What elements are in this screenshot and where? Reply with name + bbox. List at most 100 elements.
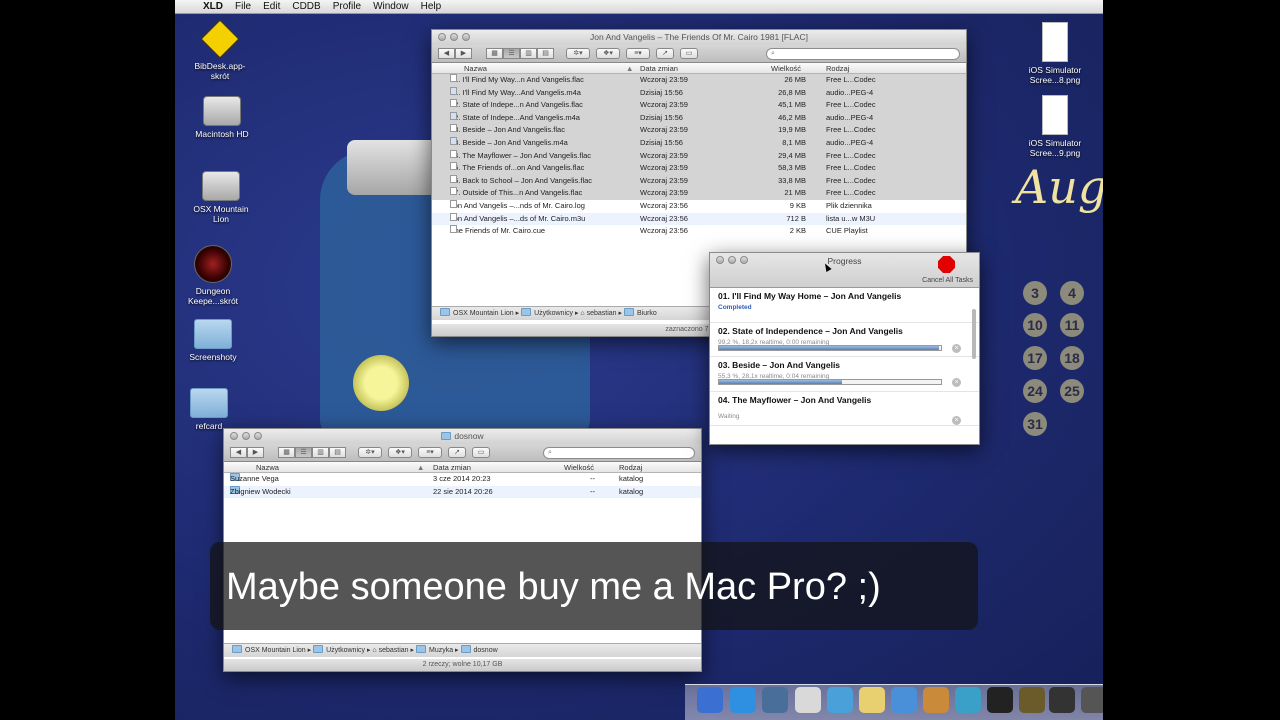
table-row[interactable]: 05. The Friends of...on And Vangelis.fla… [432, 162, 966, 175]
xld-icon[interactable] [1019, 687, 1045, 713]
table-row[interactable]: 02. State of Indepe...And Vangelis.m4a Dz… [432, 111, 966, 125]
table-row[interactable]: 07. Outside of This...n And Vangelis.fla… [432, 187, 966, 200]
menu-file[interactable]: File [229, 1, 257, 12]
path-button[interactable]: ▭ [472, 447, 490, 458]
menu-window[interactable]: Window [367, 1, 415, 12]
photo-icon[interactable] [1081, 687, 1103, 713]
arrange-button[interactable]: ≡▾ [626, 48, 650, 59]
action-gear-button[interactable]: ✲▾ [358, 447, 382, 458]
table-row[interactable]: 06. Back to School – Jon And Vangelis.fl… [432, 174, 966, 188]
back-button[interactable]: ◀ [230, 447, 247, 458]
cancel-task-icon[interactable]: × [952, 415, 961, 425]
dropbox-icon[interactable]: ❖▾ [388, 447, 412, 458]
menu-cddb[interactable]: CDDB [286, 1, 326, 12]
view-coverflow-button[interactable]: ▤ [537, 48, 554, 59]
finder-icon[interactable] [697, 687, 723, 713]
path-item[interactable]: OSX Mountain Lion [245, 647, 306, 654]
close-button[interactable] [230, 432, 238, 440]
close-button[interactable] [716, 256, 724, 264]
action-gear-button[interactable]: ✲▾ [566, 48, 590, 59]
path-item[interactable]: OSX Mountain Lion [453, 310, 514, 317]
search-input[interactable]: ⌕ [543, 446, 695, 459]
column-size[interactable]: Wielkość [771, 64, 801, 73]
share-button[interactable]: ↗ [656, 48, 674, 59]
close-button[interactable] [438, 33, 446, 41]
xcode-icon[interactable] [762, 687, 788, 713]
column-date[interactable]: Data zmian [433, 463, 471, 472]
table-row[interactable]: 02. State of Indepe...n And Vangelis.fla… [432, 99, 966, 112]
path-item[interactable]: Biurko [637, 310, 657, 317]
zoom-button[interactable] [740, 256, 748, 264]
desktop-icon-screenshoty[interactable]: Screenshoty [175, 313, 253, 362]
menu-help[interactable]: Help [415, 1, 448, 12]
scrollbar[interactable] [972, 309, 976, 359]
desktop-icon-refcard[interactable]: refcard [175, 382, 249, 431]
back-button[interactable]: ◀ [438, 48, 455, 59]
desktop-icon-osx-mountain-lion[interactable]: OSX Mountain Lion [181, 165, 261, 224]
pages-icon[interactable] [891, 687, 917, 713]
path-item[interactable]: dosnow [474, 647, 498, 654]
path-item[interactable]: sebastian [379, 647, 409, 654]
minimize-button[interactable] [728, 256, 736, 264]
zoom-button[interactable] [254, 432, 262, 440]
safari-icon[interactable] [730, 687, 756, 713]
column-size[interactable]: Wielkość [564, 463, 594, 472]
share-button[interactable]: ↗ [448, 447, 466, 458]
column-name[interactable]: Nazwa [256, 463, 279, 472]
view-list-button[interactable]: ☰ [503, 48, 520, 59]
table-row[interactable]: 03. Beside – Jon And Vangelis.flac Wczora… [432, 124, 966, 137]
view-columns-button[interactable]: ▥ [312, 447, 329, 458]
view-icons-button[interactable]: ▦ [278, 447, 295, 458]
cancel-task-icon[interactable]: × [952, 343, 961, 353]
coffee-icon[interactable] [923, 687, 949, 713]
bbedit-icon[interactable] [987, 687, 1013, 713]
table-row[interactable]: 01. I'll Find My Way...n And Vangelis.fl… [432, 74, 966, 87]
window-titlebar[interactable]: dosnow [224, 429, 701, 444]
column-date[interactable]: Data zmian [640, 64, 678, 73]
list-item[interactable]: Zbigniew Wodecki 22 sie 2014 20:26 -- ka… [224, 485, 701, 499]
minimize-button[interactable] [242, 432, 250, 440]
view-icons-button[interactable]: ▦ [486, 48, 503, 59]
view-list-button[interactable]: ☰ [295, 447, 312, 458]
mail-icon[interactable] [955, 687, 981, 713]
search-input[interactable]: ⌕ [766, 47, 960, 60]
view-columns-button[interactable]: ▥ [520, 48, 537, 59]
path-item[interactable]: Użytkownicy [534, 310, 573, 317]
forward-button[interactable]: ▶ [247, 447, 264, 458]
menu-edit[interactable]: Edit [257, 1, 286, 12]
desktop-icon-ios-screenshot-8[interactable]: iOS Simulator Scree...8.png [1015, 22, 1095, 85]
notes-icon[interactable] [859, 687, 885, 713]
path-item[interactable]: Użytkownicy [326, 647, 365, 654]
window-titlebar[interactable]: Jon And Vangelis – The Friends Of Mr. Ca… [432, 30, 966, 45]
table-row[interactable]: 03. Beside – Jon And Vangelis.m4a Dzisiaj… [432, 136, 966, 150]
table-row[interactable]: 01. I'll Find My Way...And Vangelis.m4a D… [432, 86, 966, 100]
cancel-task-icon[interactable]: × [952, 378, 961, 388]
dropbox-icon[interactable]: ❖▾ [596, 48, 620, 59]
table-row[interactable]: The Friends of Mr. Cairo.cue Wczoraj 23:5… [432, 225, 966, 238]
minimize-button[interactable] [450, 33, 458, 41]
arrange-button[interactable]: ≡▾ [418, 447, 442, 458]
path-item[interactable]: Muzyka [429, 647, 453, 654]
table-row[interactable]: Jon And Vangelis –...nds of Mr. Cairo.lo… [432, 199, 966, 213]
desktop-icon-dungeon-keeper[interactable]: Dungeon Keepe...skrót [175, 245, 253, 306]
zoom-button[interactable] [462, 33, 470, 41]
desktop-icon-bibdesk[interactable]: BibDesk.app- skrót [180, 18, 260, 81]
column-kind[interactable]: Rodzaj [619, 463, 642, 472]
table-row[interactable]: Jon And Vangelis –...ds of Mr. Cairo.m3u… [432, 212, 966, 226]
column-kind[interactable]: Rodzaj [826, 64, 849, 73]
path-button[interactable]: ▭ [680, 48, 698, 59]
cancel-all-tasks-button[interactable]: Cancel All Tasks [922, 277, 973, 284]
itunes-icon[interactable] [827, 687, 853, 713]
menu-profile[interactable]: Profile [327, 1, 367, 12]
table-row[interactable]: 04. The Mayflower – Jon And Vangelis.fla… [432, 149, 966, 163]
calendar-icon[interactable] [795, 687, 821, 713]
kindle-icon[interactable] [1049, 687, 1075, 713]
desktop-icon-ios-screenshot-9[interactable]: iOS Simulator Scree...9.png [1015, 95, 1095, 158]
column-name[interactable]: Nazwa [464, 64, 487, 73]
view-coverflow-button[interactable]: ▤ [329, 447, 346, 458]
menu-app-name[interactable]: XLD [197, 1, 229, 12]
desktop-icon-macintosh-hd[interactable]: Macintosh HD [182, 90, 262, 139]
forward-button[interactable]: ▶ [455, 48, 472, 59]
list-item[interactable]: Suzanne Vega 3 cze 2014 20:23 -- katalog [224, 473, 701, 486]
path-item[interactable]: sebastian [587, 310, 617, 317]
